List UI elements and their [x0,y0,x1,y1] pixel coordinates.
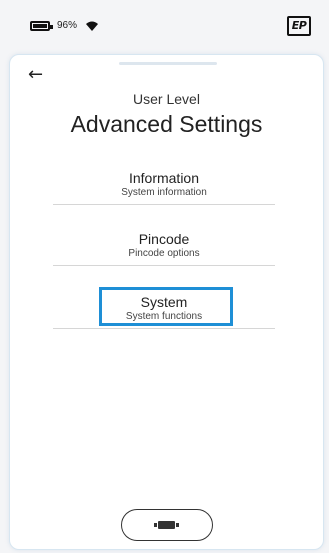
menu-item-label: Information [128,170,200,186]
page-subtitle: User Level [133,91,200,107]
selection-highlight [99,287,233,326]
battery-nub [50,25,53,29]
brand-logo: EP [287,16,311,36]
app-screen: 96% EP ← User Level Advanced Settings In… [0,0,329,553]
battery-fill [33,24,47,28]
menu-item-pincode[interactable]: Pincode Pincode options [53,224,275,266]
battery-percent: 96% [57,20,78,31]
menu-item-description: Pincode options [128,248,200,259]
keyboard-icon [154,521,179,529]
drag-handle[interactable] [119,62,217,65]
menu-item-description: System information [121,187,207,198]
status-bar: 96% EP [0,0,329,50]
battery-icon [30,21,53,31]
page-title: Advanced Settings [70,111,263,137]
settings-panel: ← User Level Advanced Settings Informati… [9,54,324,550]
wifi-icon [86,21,98,31]
menu-item-system[interactable]: System System functions [53,287,275,329]
menu-item-label: Pincode [138,231,190,247]
menu-item-information[interactable]: Information System information [53,163,275,205]
back-arrow-icon[interactable]: ← [28,64,43,85]
keyboard-button[interactable] [121,509,213,541]
